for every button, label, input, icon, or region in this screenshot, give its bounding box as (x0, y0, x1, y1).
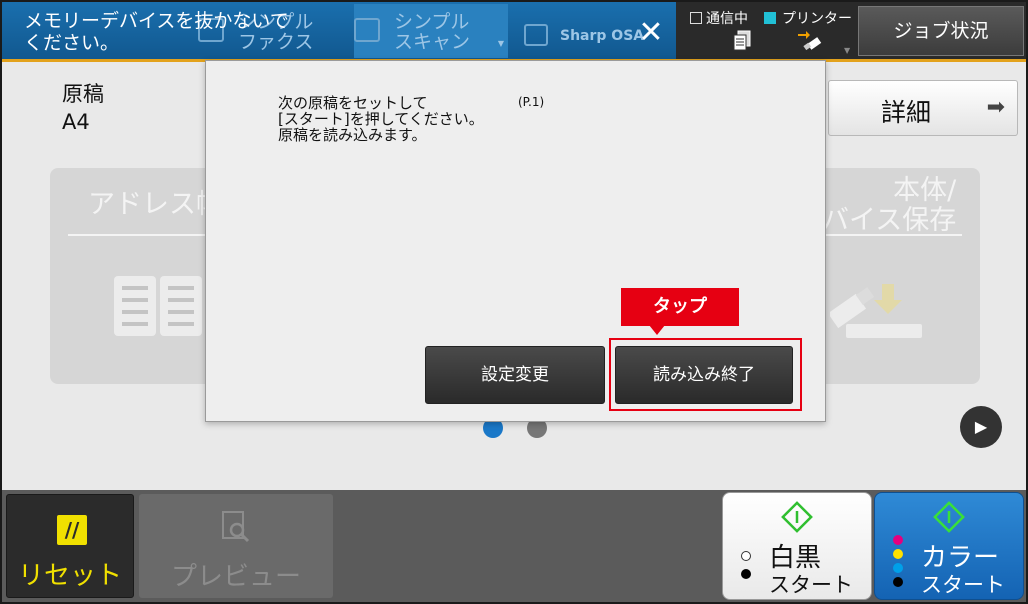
address-book-icon (114, 276, 202, 336)
chevron-down-icon: ▼ (844, 46, 851, 55)
storage-save-card-title: 本体/ バイス保存 (822, 175, 957, 236)
mode-tabs: シンプル ファクス シンプル スキャン ▼ Sharp OSA メモリーデバイス… (2, 2, 676, 60)
osa-icon (524, 24, 548, 46)
reset-button[interactable]: // リセット (6, 494, 134, 598)
magenta-dot-icon (893, 535, 903, 545)
change-settings-button[interactable]: 設定変更 (425, 346, 605, 404)
preview-icon (222, 511, 250, 543)
header-warning-message: メモリーデバイスを抜かないで ください。 (24, 10, 289, 54)
detail-button[interactable]: 詳細 ➡ (828, 80, 1018, 136)
scan-dialog: 次の原稿をセットして [スタート]を押してください。 原稿を読み込みます。 (P… (205, 60, 826, 422)
tab-sharp-osa-label: Sharp OSA (560, 28, 645, 44)
cyan-dot-icon (893, 563, 903, 573)
header-bar: シンプル ファクス シンプル スキャン ▼ Sharp OSA メモリーデバイス… (2, 2, 1026, 62)
black-dot-icon (893, 577, 903, 587)
bw-start-label-sub: スタート (769, 573, 853, 597)
printer-status-label: プリンター (782, 11, 852, 27)
scan-icon (354, 18, 380, 42)
black-dot-icon (741, 569, 751, 579)
page-indicator: (P.1) (518, 95, 545, 109)
detail-button-label: 詳細 (881, 98, 932, 127)
white-dot-icon (741, 551, 751, 561)
original-label: 原稿 (62, 82, 104, 106)
usb-save-icon (830, 284, 922, 338)
close-message-button[interactable]: ✕ (634, 16, 668, 50)
bw-start-button[interactable]: 白黒 スタート (722, 492, 872, 600)
yellow-dot-icon (893, 549, 903, 559)
dialog-message: 次の原稿をセットして [スタート]を押してください。 原稿を読み込みます。 (278, 94, 484, 144)
reset-button-label: リセット (17, 561, 122, 591)
usb-device-icon (798, 31, 822, 51)
reset-icon: // (57, 515, 87, 545)
start-icon (781, 501, 813, 533)
copier-panel: シンプル ファクス シンプル スキャン ▼ Sharp OSA メモリーデバイス… (0, 0, 1028, 604)
start-icon (933, 501, 965, 533)
comm-status-label: 通信中 (706, 11, 748, 27)
tab-simple-scan-label: シンプル スキャン (394, 11, 471, 53)
address-book-card-title: アドレス帳 (88, 189, 223, 220)
printer-indicator-icon (764, 12, 776, 24)
arrow-right-icon: ➡ (986, 95, 1005, 120)
printer-status: プリンター (764, 8, 852, 28)
original-size-value: A4 (62, 110, 90, 134)
comm-status: 通信中 (690, 8, 748, 28)
color-start-label-sub: スタート (921, 573, 1005, 597)
color-start-button[interactable]: カラー スタート (874, 492, 1024, 600)
card-divider (820, 234, 962, 236)
tap-hint-label: タップ (621, 288, 739, 326)
preview-button[interactable]: プレビュー (139, 494, 333, 598)
preview-button-label: プレビュー (170, 562, 301, 592)
tap-hint-pointer (649, 325, 665, 335)
tab-sharp-osa[interactable]: Sharp OSA (524, 4, 644, 58)
status-indicators: 通信中 プリンター ▼ (686, 2, 856, 60)
documents-icon (733, 30, 751, 51)
bottom-bar: // リセット プレビュー 白黒 スタート カラー スタート (2, 490, 1026, 602)
chevron-down-icon: ▼ (497, 39, 504, 48)
comm-indicator-icon (690, 12, 702, 24)
tap-highlight-frame (609, 338, 802, 411)
next-page-button[interactable]: ▶ (960, 406, 1002, 448)
tab-simple-scan[interactable]: シンプル スキャン ▼ (354, 4, 508, 58)
job-status-button[interactable]: ジョブ状況 (858, 6, 1024, 56)
